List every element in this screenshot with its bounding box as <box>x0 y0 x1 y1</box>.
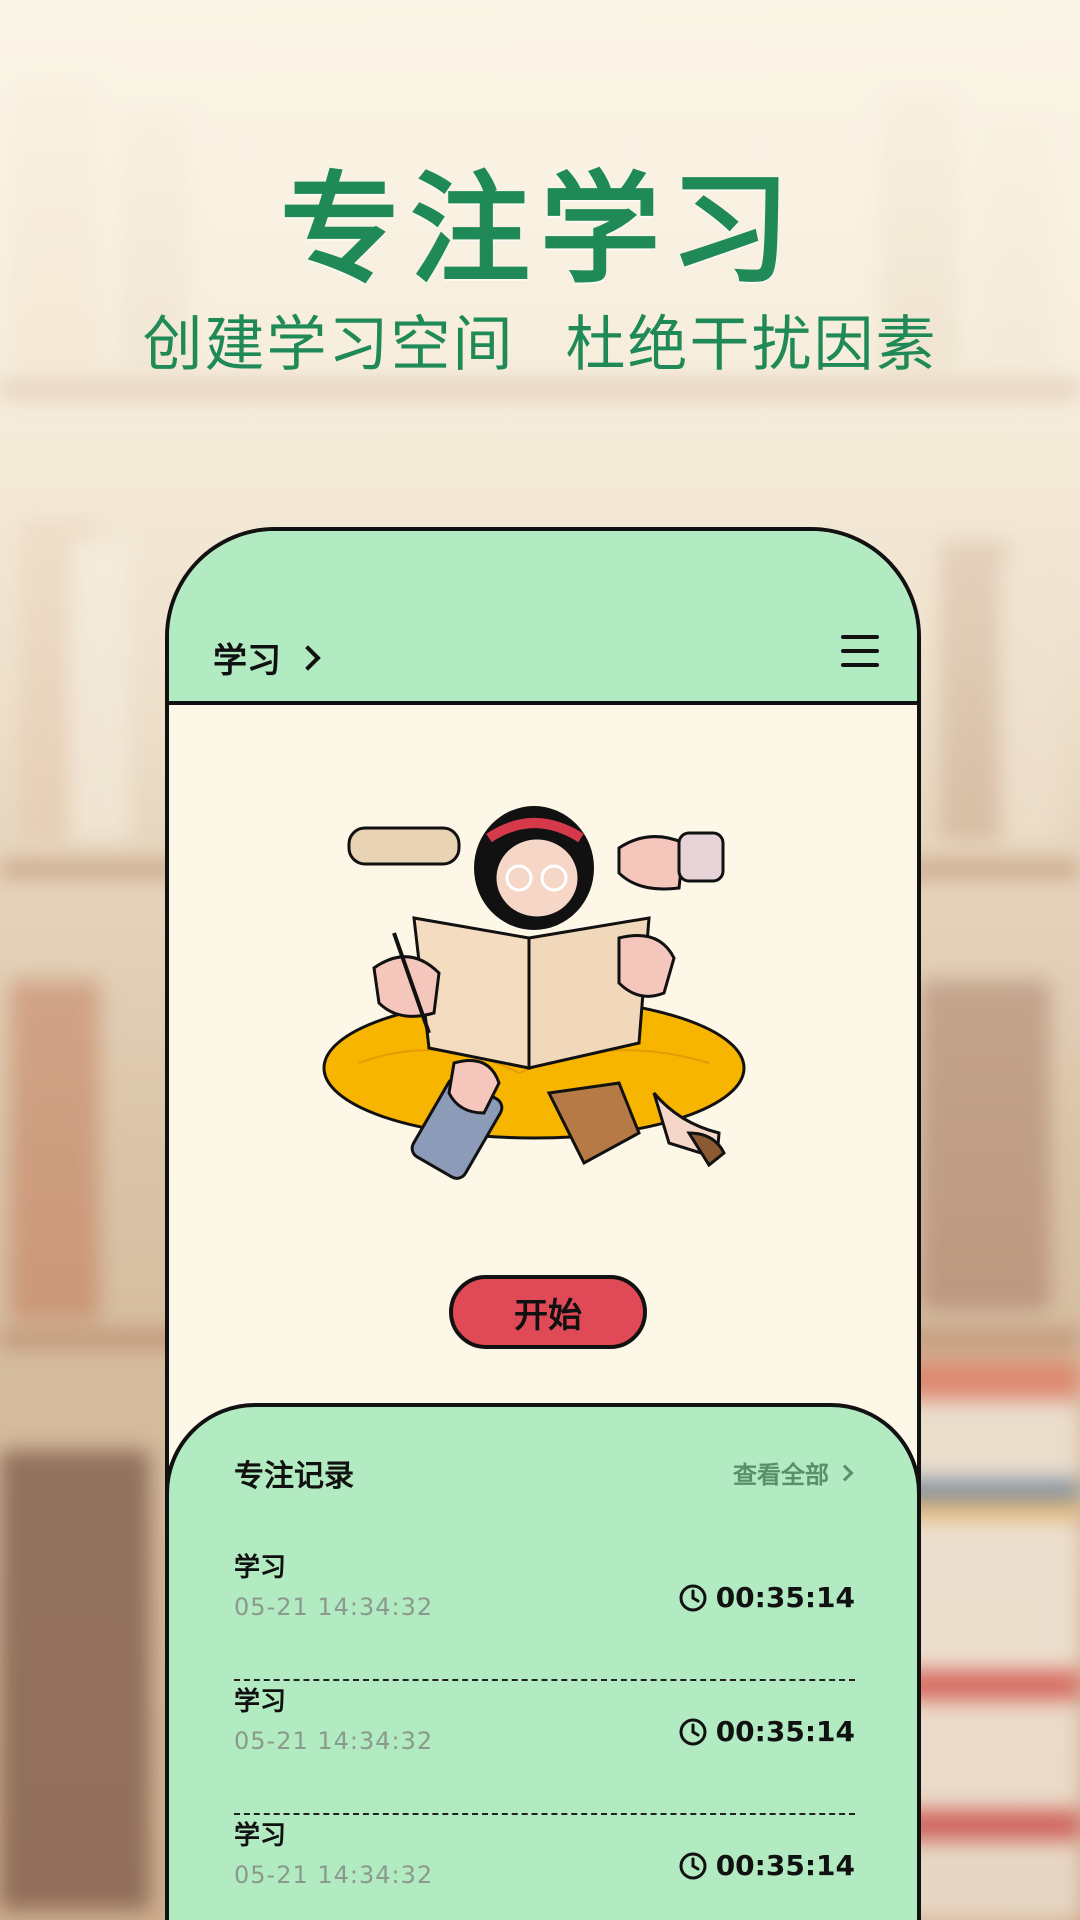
hero-title: 专注学习 <box>280 161 800 300</box>
record-name: 学习 <box>234 1821 287 1851</box>
record-name: 学习 <box>234 1687 287 1717</box>
phone-mockup: 学习 开始 专注记录 查看全部 学习 05-21 14:34:32 00:35:… <box>165 527 921 1920</box>
record-timestamp: 05-21 14:34:32 <box>234 1727 434 1755</box>
record-duration: 00:35:14 <box>678 1715 855 1748</box>
view-all-label: 查看全部 <box>733 1461 829 1489</box>
record-duration: 00:35:14 <box>678 1849 855 1882</box>
clock-icon <box>679 1718 707 1745</box>
record-row[interactable]: 学习 05-21 14:34:32 00:35:14 <box>234 1815 855 1920</box>
records-title: 专注记录 <box>234 1459 354 1494</box>
chevron-right-icon <box>836 1464 854 1481</box>
record-row[interactable]: 学习 05-21 14:34:32 00:35:14 <box>234 1547 855 1681</box>
subject-selector[interactable]: 学习 <box>213 633 321 682</box>
record-row[interactable]: 学习 05-21 14:34:32 00:35:14 <box>234 1681 855 1815</box>
focus-records-panel: 专注记录 查看全部 学习 05-21 14:34:32 00:35:14 学习 … <box>169 1403 917 1920</box>
record-duration-value: 00:35:14 <box>715 1581 855 1614</box>
subject-label: 学习 <box>213 641 281 681</box>
girl-reading-illustration <box>322 806 746 1180</box>
record-duration-value: 00:35:14 <box>715 1715 855 1748</box>
hero-subtitle: 创建学习空间 杜绝干扰因素 <box>142 310 938 380</box>
record-timestamp: 05-21 14:34:32 <box>234 1861 434 1889</box>
chevron-right-icon <box>295 644 321 671</box>
app-header: 学习 <box>169 531 917 705</box>
view-all-link[interactable]: 查看全部 <box>733 1455 854 1490</box>
promo-screen: 专注学习 创建学习空间 杜绝干扰因素 学习 开始 专注记录 查看全部 学习 05… <box>0 0 1080 1920</box>
hamburger-menu-icon[interactable] <box>841 635 879 667</box>
record-name: 学习 <box>234 1553 287 1583</box>
clock-icon <box>679 1852 707 1879</box>
record-timestamp: 05-21 14:34:32 <box>234 1593 434 1621</box>
record-duration-value: 00:35:14 <box>715 1849 855 1882</box>
start-button[interactable]: 开始 <box>449 1275 647 1349</box>
clock-icon <box>679 1584 707 1611</box>
record-duration: 00:35:14 <box>678 1581 855 1614</box>
